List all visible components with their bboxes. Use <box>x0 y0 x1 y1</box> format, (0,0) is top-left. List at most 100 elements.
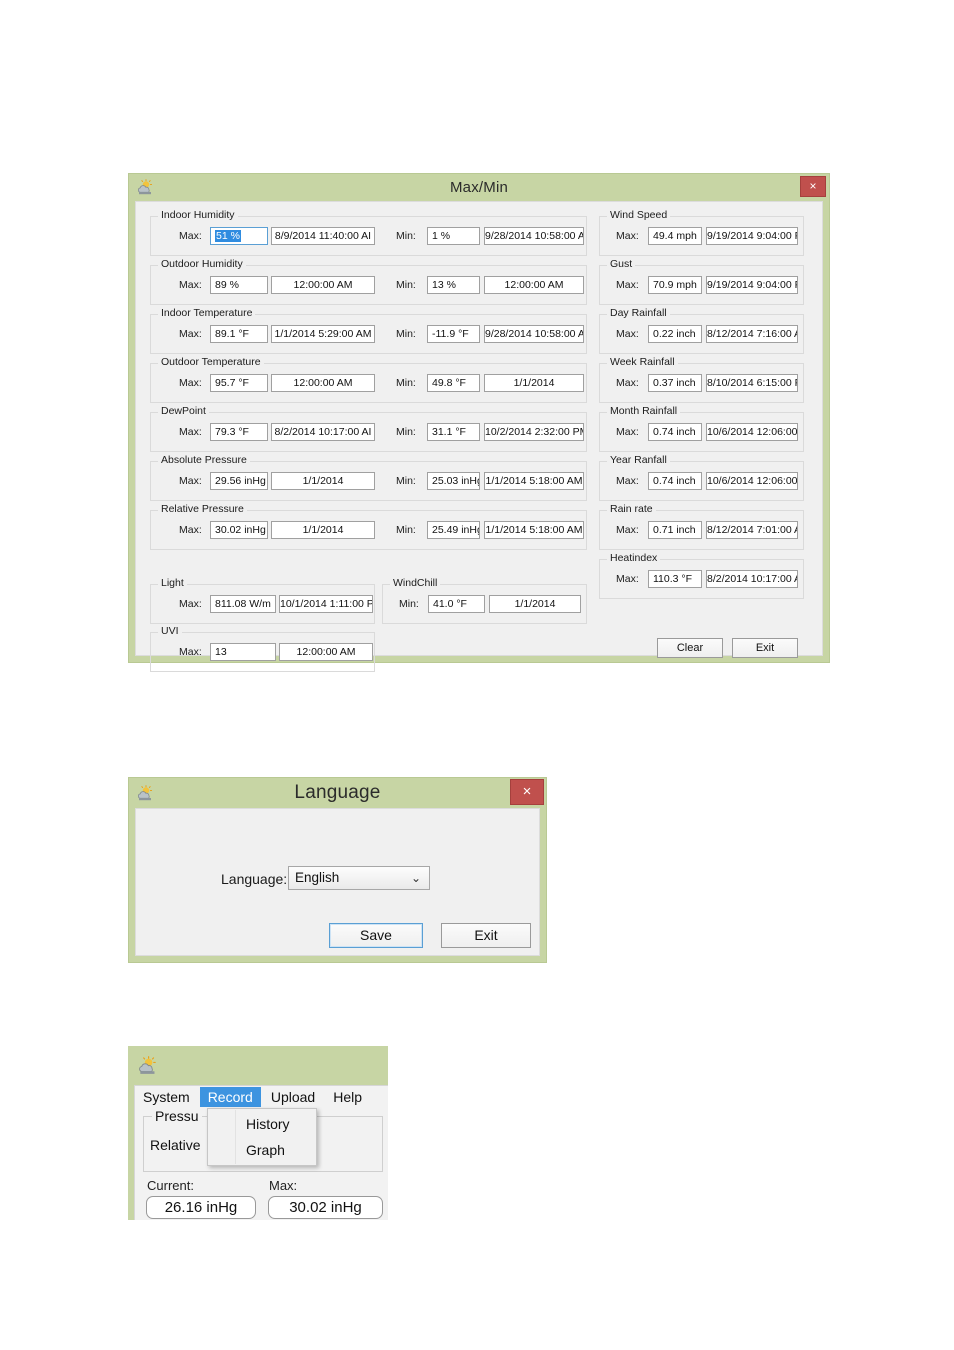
uvi-max-value[interactable]: 13 <box>210 643 276 661</box>
maxmin-titlebar[interactable]: Max/Min × <box>129 174 829 201</box>
max-date[interactable]: 8/10/2014 6:15:00 P <box>706 374 798 392</box>
max-date[interactable]: 8/2/2014 10:17:00 A <box>706 570 798 588</box>
max-date[interactable]: 8/12/2014 7:16:00 A <box>706 325 798 343</box>
max-date[interactable]: 1/1/2014 <box>271 472 375 490</box>
min-value[interactable]: 25.49 inHg <box>427 521 480 539</box>
min-label: Min: <box>396 426 416 438</box>
language-select[interactable]: English ⌄ <box>288 866 430 890</box>
min-date[interactable]: 10/2/2014 2:32:00 PM <box>484 423 584 441</box>
min-label: Min: <box>396 475 416 487</box>
min-value[interactable]: -11.9 °F <box>427 325 480 343</box>
min-date[interactable]: 1/1/2014 5:18:00 AM <box>484 472 584 490</box>
group-week-rainfall: Week Rainfall Max: 0.37 inch 8/10/2014 6:15… <box>599 356 804 403</box>
group-label: Year Ranfall <box>607 454 670 466</box>
group-label: Day Rainfall <box>607 307 670 319</box>
windchill-min-label: Min: <box>399 598 419 610</box>
language-titlebar[interactable]: Language × <box>129 778 546 808</box>
relative-row-label: Relative <box>150 1137 201 1153</box>
min-date[interactable]: 12:00:00 AM <box>484 276 584 294</box>
close-icon[interactable]: × <box>510 779 544 805</box>
maxmin-client-area: Indoor Humidity Max: 51 % 8/9/2014 11:40:00… <box>135 201 823 672</box>
language-exit-button[interactable]: Exit <box>441 923 531 948</box>
max-value[interactable]: 110.3 °F <box>648 570 702 588</box>
group-label: Outdoor Humidity <box>158 258 246 270</box>
group-label: Wind Speed <box>607 209 671 221</box>
max-date[interactable]: 12:00:00 AM <box>271 374 375 392</box>
max-date[interactable]: 9/19/2014 9:04:00 PИ <box>706 276 798 294</box>
max-date[interactable]: 8/2/2014 10:17:00 AI <box>271 423 375 441</box>
min-value[interactable]: 13 % <box>427 276 480 294</box>
weather-app-icon <box>138 785 153 801</box>
max-pressure-value: 30.02 inHg <box>268 1196 383 1219</box>
max-label: Max: <box>616 573 639 585</box>
min-value[interactable]: 31.1 °F <box>427 423 480 441</box>
max-label: Max: <box>616 230 639 242</box>
min-date[interactable]: 1/1/2014 <box>484 374 584 392</box>
selected-text: 51 % <box>215 230 241 242</box>
group-year-ranfall: Year Ranfall Max: 0.74 inch 10/6/2014 12:06… <box>599 454 804 501</box>
max-value[interactable]: 70.9 mph <box>648 276 702 294</box>
max-value[interactable]: 0.71 inch <box>648 521 702 539</box>
save-button[interactable]: Save <box>329 923 423 948</box>
windchill-min-value[interactable]: 41.0 °F <box>428 595 485 613</box>
weather-app-icon <box>139 1056 156 1074</box>
uvi-max-label: Max: <box>179 646 202 658</box>
light-max-value[interactable]: 811.08 W/m <box>210 595 276 613</box>
group-label: Month Rainfall <box>607 405 681 417</box>
dropdown-item-history[interactable]: History <box>208 1111 316 1137</box>
max-value[interactable]: 49.4 mph <box>648 227 702 245</box>
group-label: Indoor Humidity <box>158 209 238 221</box>
group-uvi: UVI Max: 13 12:00:00 AM <box>150 625 375 672</box>
max-value[interactable]: 89 % <box>210 276 268 294</box>
group-outdoor-temperature: Outdoor Temperature Max: 95.7 °F 12:00:00 A… <box>150 356 587 403</box>
max-label: Max: <box>616 475 639 487</box>
menu-item-help[interactable]: Help <box>325 1087 370 1107</box>
min-date[interactable]: 9/28/2014 10:58:00 AN <box>484 325 584 343</box>
group-wind-speed: Wind Speed Max: 49.4 mph 9/19/2014 9:04:00 … <box>599 209 804 256</box>
max-date[interactable]: 8/9/2014 11:40:00 AI <box>271 227 375 245</box>
min-label: Min: <box>396 377 416 389</box>
pressure-group-label: Pressu <box>152 1108 202 1124</box>
min-value[interactable]: 1 % <box>427 227 480 245</box>
group-outdoor-humidity: Outdoor Humidity Max: 89 % 12:00:00 AM Min: 1… <box>150 258 587 305</box>
light-max-date[interactable]: 10/1/2014 1:11:00 Pf <box>279 595 373 613</box>
windchill-min-date[interactable]: 1/1/2014 <box>489 595 581 613</box>
language-field-label: Language: <box>221 871 288 887</box>
max-value[interactable]: 29.56 inHg <box>210 472 268 490</box>
min-date[interactable]: 1/1/2014 5:18:00 AM <box>484 521 584 539</box>
max-date[interactable]: 9/19/2014 9:04:00 PИ <box>706 227 798 245</box>
max-date[interactable]: 10/6/2014 12:06:00 <box>706 423 798 441</box>
close-icon[interactable]: × <box>800 176 826 197</box>
max-value[interactable]: 79.3 °F <box>210 423 268 441</box>
max-value[interactable]: 0.22 inch <box>648 325 702 343</box>
max-date[interactable]: 12:00:00 AM <box>271 276 375 294</box>
menu-item-system[interactable]: System <box>135 1087 198 1107</box>
max-value[interactable]: 89.1 °F <box>210 325 268 343</box>
exit-button[interactable]: Exit <box>732 638 798 658</box>
max-date[interactable]: 1/1/2014 <box>271 521 375 539</box>
min-label: Min: <box>396 524 416 536</box>
max-label: Max: <box>616 328 639 340</box>
dropdown-item-graph[interactable]: Graph <box>208 1137 316 1163</box>
max-value[interactable]: 0.74 inch <box>648 423 702 441</box>
max-date[interactable]: 1/1/2014 5:29:00 AM <box>271 325 375 343</box>
max-label: Max: <box>616 426 639 438</box>
min-value[interactable]: 25.03 inHg <box>427 472 480 490</box>
max-value[interactable]: 0.37 inch <box>648 374 702 392</box>
uvi-max-date[interactable]: 12:00:00 AM <box>279 643 373 661</box>
group-uvi-label: UVI <box>158 625 182 637</box>
group-gust: Gust Max: 70.9 mph9/19/2014 9:04:00 PИ <box>599 258 804 305</box>
max-date[interactable]: 10/6/2014 12:06:00 <box>706 472 798 490</box>
menu-item-upload[interactable]: Upload <box>263 1087 323 1107</box>
max-date[interactable]: 8/12/2014 7:01:00 A <box>706 521 798 539</box>
max-value[interactable]: 30.02 inHg <box>210 521 268 539</box>
menu-item-record[interactable]: Record <box>199 1087 261 1107</box>
max-value[interactable]: 0.74 inch <box>648 472 702 490</box>
max-value[interactable]: 95.7 °F <box>210 374 268 392</box>
menu-panel-body: System Record Upload Help Pressu Relative C… <box>134 1085 388 1220</box>
clear-button[interactable]: Clear <box>657 638 723 658</box>
min-value[interactable]: 49.8 °F <box>427 374 480 392</box>
max-value[interactable]: 51 % <box>210 227 268 245</box>
max-label: Max: <box>616 524 639 536</box>
min-date[interactable]: 9/28/2014 10:58:00 AN <box>484 227 584 245</box>
